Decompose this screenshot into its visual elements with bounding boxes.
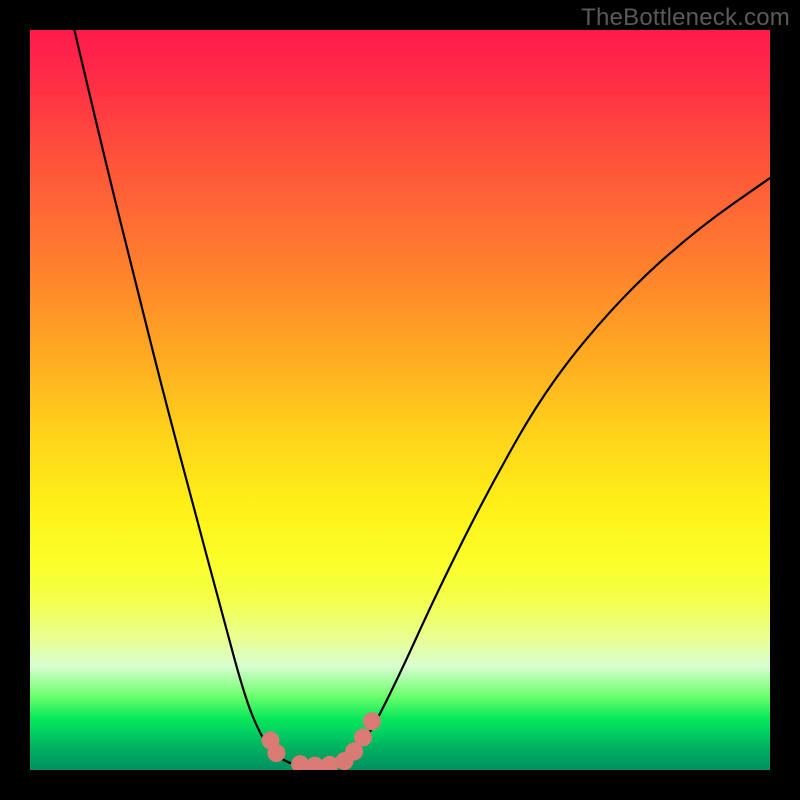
bottleneck-curve <box>74 30 770 766</box>
bead-marker <box>354 728 372 746</box>
bead-marker <box>267 744 285 762</box>
bead-marker <box>363 712 381 730</box>
watermark-text: TheBottleneck.com <box>581 4 790 32</box>
curve-svg <box>30 30 770 770</box>
highlight-beads <box>262 712 381 770</box>
plot-area <box>30 30 770 770</box>
chart-frame: TheBottleneck.com <box>0 0 800 800</box>
